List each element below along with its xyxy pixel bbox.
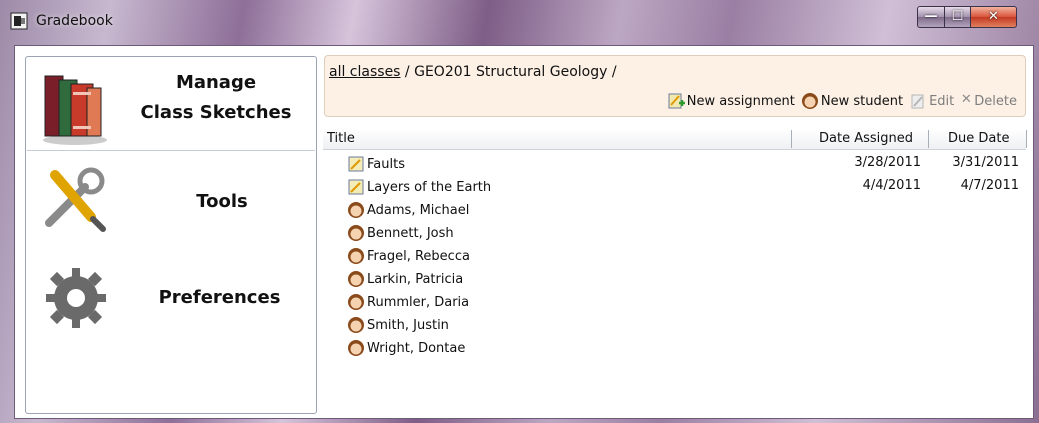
- cell-date-assigned: 3/28/2011: [854, 155, 921, 170]
- student-icon: [348, 317, 364, 333]
- row-title: Wright, Dontae: [367, 340, 466, 356]
- row-title: Smith, Justin: [367, 317, 449, 333]
- breadcrumb-separator: /: [400, 64, 415, 80]
- delete-icon: ✕: [960, 92, 972, 107]
- row-title: Rummler, Daria: [367, 294, 470, 310]
- student-icon: [348, 294, 364, 310]
- table-row[interactable]: Adams, Michael: [323, 197, 1023, 220]
- cell-title: Layers of the Earth: [347, 178, 491, 196]
- student-icon: [348, 340, 364, 356]
- cell-due-date: 3/31/2011: [952, 155, 1019, 170]
- cell-date-assigned: 4/4/2011: [862, 178, 921, 193]
- close-button[interactable]: ✕: [970, 6, 1017, 28]
- gradebook-table: Title Date Assigned Due Date Faults 3/28…: [323, 129, 1027, 412]
- sidebar-item-tools[interactable]: Tools: [27, 157, 315, 249]
- sidebar-item-label-line2: Class Sketches: [140, 102, 292, 123]
- row-title: Faults: [367, 156, 405, 172]
- delete-label: Delete: [974, 93, 1017, 109]
- close-icon: ✕: [988, 9, 999, 24]
- row-title: Bennett, Josh: [367, 225, 454, 241]
- cell-title: Bennett, Josh: [347, 224, 454, 242]
- column-header-due-date[interactable]: Due Date: [948, 131, 1009, 146]
- assignment-icon: [348, 179, 364, 195]
- student-icon: [348, 225, 364, 241]
- column-separator[interactable]: [1026, 130, 1027, 148]
- student-icon: [348, 248, 364, 264]
- sidebar-item-label: Preferences: [158, 287, 281, 308]
- cell-title: Fragel, Rebecca: [347, 247, 470, 265]
- table-row[interactable]: Faults 3/28/2011 3/31/2011: [323, 151, 1023, 174]
- cell-title: Larkin, Patricia: [347, 270, 463, 288]
- delete-button[interactable]: ✕ Delete: [960, 92, 1017, 110]
- table-row[interactable]: Larkin, Patricia: [323, 266, 1023, 289]
- row-title: Larkin, Patricia: [367, 271, 464, 287]
- breadcrumb-link-all-classes[interactable]: all classes: [329, 64, 400, 80]
- app-window: Gradebook — ☐ ✕ Manage Class Sketches To…: [0, 0, 1039, 423]
- column-header-title[interactable]: Title: [327, 131, 355, 146]
- edit-button[interactable]: Edit: [909, 92, 954, 110]
- maximize-button[interactable]: ☐: [944, 6, 971, 28]
- cell-due-date: 4/7/2011: [960, 178, 1019, 193]
- row-title: Layers of the Earth: [367, 179, 492, 195]
- new-student-label: New student: [820, 93, 904, 109]
- column-header-date-assigned[interactable]: Date Assigned: [819, 131, 913, 146]
- row-title: Fragel, Rebecca: [367, 248, 470, 264]
- column-separator[interactable]: [928, 130, 929, 148]
- client-area: Manage Class Sketches Tools Preferences …: [14, 45, 1034, 419]
- new-assignment-icon: [668, 93, 685, 109]
- window-title: Gradebook: [36, 13, 113, 29]
- cell-title: Smith, Justin: [347, 316, 449, 334]
- column-separator[interactable]: [791, 130, 792, 148]
- row-title: Adams, Michael: [367, 202, 470, 218]
- breadcrumb: all classes / GEO201 Structural Geology …: [329, 64, 617, 80]
- new-assignment-label: New assignment: [686, 93, 795, 109]
- table-row[interactable]: Smith, Justin: [323, 312, 1023, 335]
- toolbar: New assignment New student Edit ✕ Delete: [667, 92, 1017, 110]
- minimize-icon: —: [924, 9, 938, 24]
- table-row[interactable]: Rummler, Daria: [323, 289, 1023, 312]
- sidebar-item-label: Tools: [196, 191, 248, 212]
- table-row[interactable]: Fragel, Rebecca: [323, 243, 1023, 266]
- assignment-icon: [348, 156, 364, 172]
- table-row[interactable]: Wright, Dontae: [323, 335, 1023, 358]
- sidebar: Manage Class Sketches Tools Preferences: [25, 56, 317, 414]
- breadcrumb-panel: all classes / GEO201 Structural Geology …: [324, 55, 1026, 117]
- gear-icon: [46, 268, 106, 328]
- table-header: Title Date Assigned Due Date: [323, 129, 1027, 150]
- new-assignment-button[interactable]: New assignment: [667, 92, 795, 110]
- sidebar-item-preferences[interactable]: Preferences: [27, 253, 315, 345]
- sidebar-item-manage-class-sketches[interactable]: Manage Class Sketches: [27, 58, 315, 151]
- student-icon: [348, 271, 364, 287]
- maximize-icon: ☐: [951, 9, 964, 24]
- cell-title: Rummler, Daria: [347, 293, 469, 311]
- cell-title: Wright, Dontae: [347, 339, 465, 357]
- table-row[interactable]: Layers of the Earth 4/4/2011 4/7/2011: [323, 174, 1023, 197]
- table-row[interactable]: Bennett, Josh: [323, 220, 1023, 243]
- edit-label: Edit: [929, 93, 955, 109]
- cell-title: Faults: [347, 155, 405, 173]
- new-student-button[interactable]: New student: [801, 92, 903, 110]
- student-icon: [348, 202, 364, 218]
- title-bar[interactable]: Gradebook — ☐ ✕: [0, 0, 1039, 44]
- books-icon: [43, 75, 107, 145]
- app-icon: [10, 12, 28, 30]
- tools-icon: [45, 167, 106, 232]
- minimize-button[interactable]: —: [917, 6, 945, 28]
- sidebar-item-label-line1: Manage: [175, 72, 257, 93]
- edit-icon: [911, 94, 924, 109]
- cell-title: Adams, Michael: [347, 201, 469, 219]
- breadcrumb-current: GEO201 Structural Geology /: [414, 64, 617, 80]
- new-student-icon: [801, 93, 818, 109]
